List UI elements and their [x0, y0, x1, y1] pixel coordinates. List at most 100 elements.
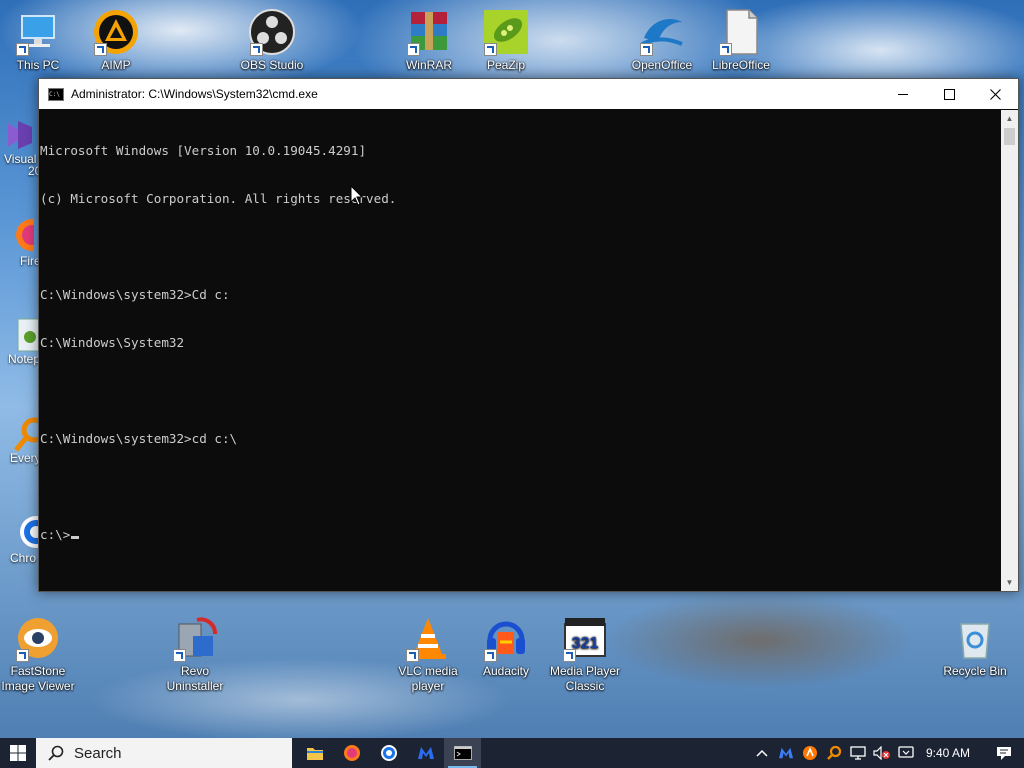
firefox-icon	[343, 745, 360, 761]
taskbar-search-box[interactable]: Search	[36, 738, 292, 768]
winrar-icon	[405, 8, 453, 56]
system-tray: 9:40 AM	[750, 738, 1024, 768]
mpc-icon: 321	[561, 614, 609, 662]
window-title: Administrator: C:\Windows\System32\cmd.e…	[71, 87, 318, 101]
taskbar: Search 9:40 AM	[0, 738, 1024, 768]
desktop-icon-mpc[interactable]: 321 Media Player Classic	[547, 614, 623, 694]
desktop-icon-label-line1: Audacity	[482, 664, 530, 678]
chrome-icon	[20, 516, 52, 548]
notifications-icon	[997, 746, 1011, 760]
console-line: C:\Windows\System32	[40, 335, 185, 350]
minimize-icon	[898, 93, 908, 95]
desktop-icon-revo[interactable]: Revo Uninstaller	[157, 614, 233, 694]
scroll-up-button[interactable]: ▲	[1001, 110, 1018, 127]
cmd-icon: C:\	[48, 87, 64, 101]
firefox-icon	[16, 219, 48, 251]
desktop-icon-this-pc[interactable]: This PC	[0, 8, 76, 73]
console-prompt-line[interactable]: c:\>	[40, 527, 1000, 543]
openoffice-icon	[638, 8, 686, 56]
peazip-icon	[482, 8, 530, 56]
taskbar-chrome[interactable]	[370, 738, 407, 768]
tray-display[interactable]	[894, 738, 918, 768]
console-line: C:\Windows\system32>cd c:\	[40, 431, 238, 446]
tray-search-tool[interactable]	[822, 738, 846, 768]
taskbar-cmd[interactable]	[444, 738, 481, 768]
tray-avast[interactable]	[798, 738, 822, 768]
tray-show-hidden[interactable]	[750, 738, 774, 768]
desktop-icon-obs[interactable]: OBS Studio	[234, 8, 310, 73]
desktop-icon-label-line1: Recycle Bin	[943, 664, 1007, 678]
taskbar-clock[interactable]: 9:40 AM	[926, 746, 970, 760]
tray-malwarebytes[interactable]	[774, 738, 798, 768]
action-center-button[interactable]	[984, 738, 1024, 768]
desktop-icon-label-line2: Image Viewer	[1, 679, 75, 693]
scrollbar-thumb[interactable]	[1004, 128, 1015, 145]
desktop-icon-label-line2: player	[411, 679, 445, 693]
text-cursor	[71, 536, 80, 539]
display-icon	[898, 746, 914, 758]
faststone-icon	[14, 614, 62, 662]
start-button[interactable]	[0, 738, 36, 768]
desktop-icon-label-line2: Uninstaller	[166, 679, 224, 693]
windows-logo-icon	[10, 745, 26, 761]
network-icon	[850, 746, 866, 760]
desktop-icon-label: PeaZip	[486, 58, 526, 72]
desktop-icon-label-line1: Media Player	[549, 664, 621, 678]
tray-network[interactable]	[846, 738, 870, 768]
aimp-icon	[92, 8, 140, 56]
malwarebytes-icon	[778, 747, 793, 759]
libreoffice-icon	[717, 8, 765, 56]
desktop-icon-label-line1: Revo	[180, 664, 209, 678]
revo-icon	[171, 614, 219, 662]
tray-volume[interactable]	[870, 738, 894, 768]
taskbar-malwarebytes[interactable]	[407, 738, 444, 768]
search-tool-icon	[827, 745, 842, 760]
visual-studio-icon	[8, 121, 32, 149]
cmd-icon	[453, 746, 472, 760]
chrome-icon	[380, 745, 397, 761]
desktop-icon-label-line2: Classic	[565, 679, 605, 693]
desktop-icon-recycle-bin[interactable]: Recycle Bin	[937, 614, 1013, 679]
avast-icon	[802, 746, 817, 760]
scroll-down-button[interactable]: ▼	[1001, 574, 1018, 591]
desktop-icon-label-line1: FastStone	[10, 664, 66, 678]
everything-icon	[14, 417, 47, 452]
desktop-icon-label: OpenOffice	[631, 58, 693, 72]
desktop-icon-label-line1: VLC media	[398, 664, 458, 678]
maximize-icon	[943, 88, 955, 100]
mouse-pointer-icon	[350, 185, 364, 206]
desktop-icon-audacity[interactable]: Audacity	[468, 614, 544, 679]
desktop-icon-vlc[interactable]: VLC media player	[390, 614, 466, 694]
console-line: C:\Windows\system32>Cd c:	[40, 287, 230, 302]
malwarebytes-icon	[417, 747, 434, 759]
desktop-icon-libreoffice[interactable]: LibreOffice	[703, 8, 779, 73]
console-prompt: c:\>	[40, 527, 71, 542]
close-icon	[989, 88, 1001, 100]
desktop-icon-aimp[interactable]: AIMP	[78, 8, 154, 73]
minimize-button[interactable]	[880, 79, 926, 109]
desktop-icon-faststone[interactable]: FastStone Image Viewer	[0, 614, 76, 694]
desktop-icon-winrar[interactable]: WinRAR	[391, 8, 467, 73]
taskbar-firefox[interactable]	[333, 738, 370, 768]
desktop-icon-label: OBS Studio	[240, 58, 304, 72]
audacity-icon	[482, 614, 530, 662]
desktop-icon-label: This PC	[16, 58, 60, 72]
close-button[interactable]	[972, 79, 1018, 109]
vlc-icon	[404, 614, 452, 662]
cmd-window[interactable]: C:\ Administrator: C:\Windows\System32\c…	[38, 78, 1019, 592]
window-titlebar[interactable]: C:\ Administrator: C:\Windows\System32\c…	[39, 79, 1018, 109]
console-output[interactable]: Microsoft Windows [Version 10.0.19045.42…	[39, 110, 1001, 591]
notepad-icon	[17, 318, 41, 352]
desktop: This PC AIMP OBS Studio WinRAR PeaZip Op…	[0, 0, 1024, 738]
vertical-scrollbar[interactable]: ▲ ▼	[1001, 110, 1018, 591]
console-line: Microsoft Windows [Version 10.0.19045.42…	[40, 143, 367, 158]
recycle-bin-icon	[951, 614, 999, 662]
computer-icon	[14, 8, 62, 56]
desktop-icon-openoffice[interactable]: OpenOffice	[624, 8, 700, 73]
desktop-icon-peazip[interactable]: PeaZip	[468, 8, 544, 73]
maximize-button[interactable]	[926, 79, 972, 109]
taskbar-file-explorer[interactable]	[296, 738, 333, 768]
desktop-icon-label: LibreOffice	[712, 58, 770, 72]
